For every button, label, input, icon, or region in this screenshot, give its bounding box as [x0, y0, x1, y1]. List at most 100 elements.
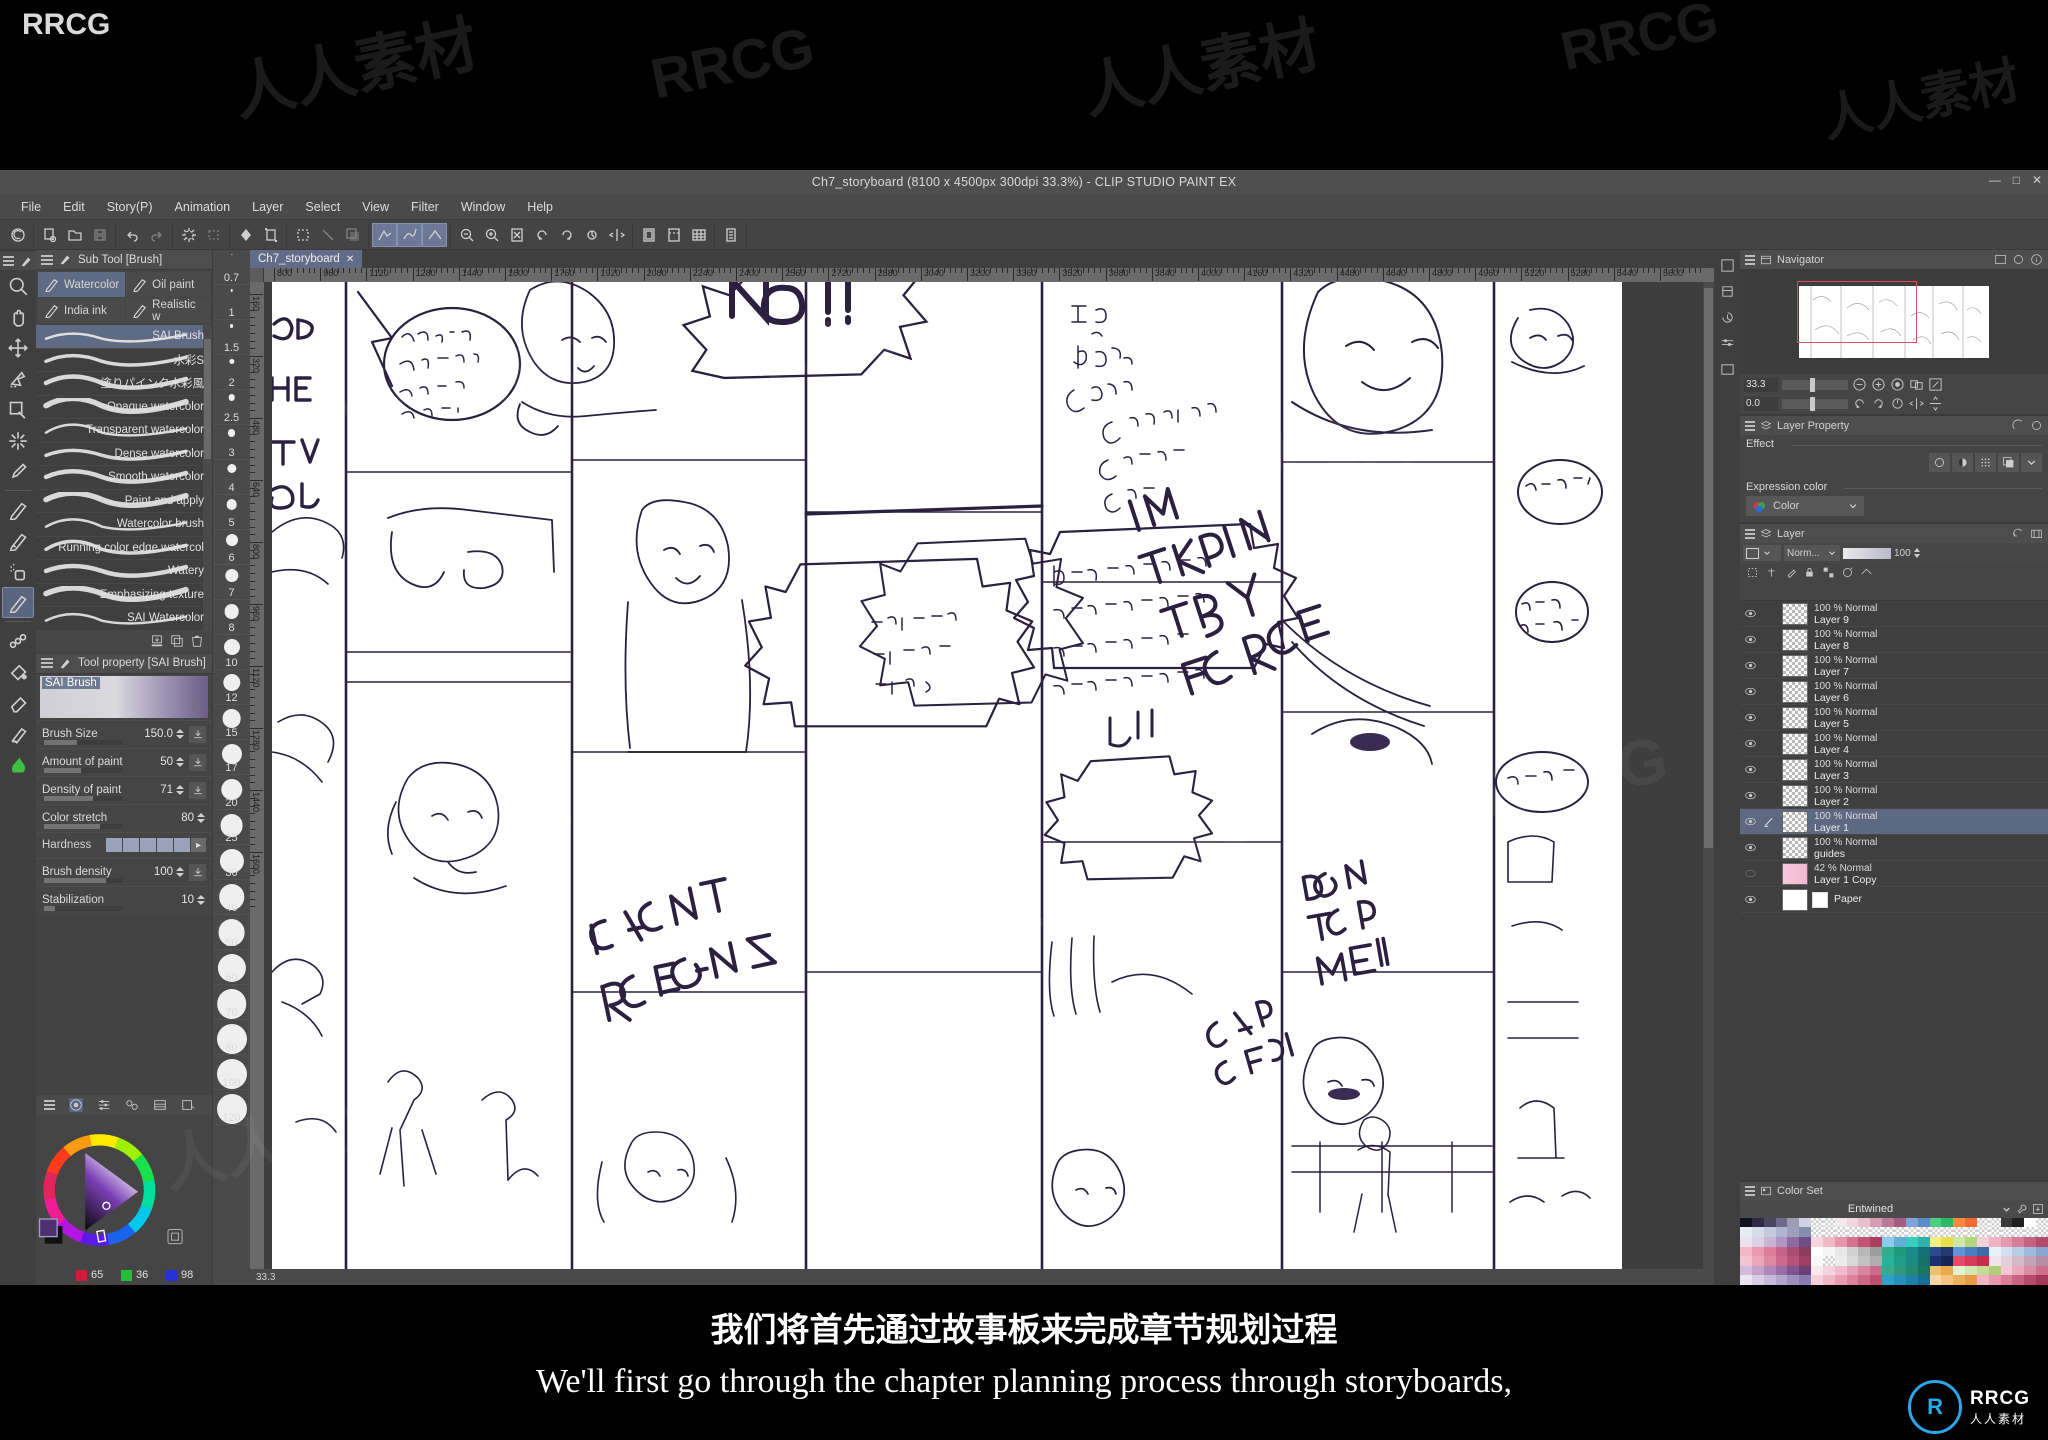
color-swatch[interactable] [1941, 1217, 1954, 1228]
color-swatch[interactable] [1929, 1256, 1942, 1266]
timeline-icon[interactable] [1716, 332, 1738, 354]
color-swatch[interactable] [1834, 1265, 1847, 1276]
layer-row[interactable]: 100 % Normal guides [1740, 835, 2048, 861]
info-tab-icon[interactable] [2030, 253, 2043, 266]
layer-row[interactable]: 100 % Normal Layer 8 [1740, 627, 2048, 653]
color-swatch[interactable] [1905, 1237, 1918, 1247]
color-swatch[interactable] [1882, 1227, 1894, 1238]
show-frame-border-icon[interactable] [636, 223, 661, 247]
tool-property-color-stretch[interactable]: Color stretch 80 [36, 803, 212, 832]
color-wheel-menu-icon[interactable] [44, 1100, 55, 1110]
color-swatch[interactable] [2000, 1237, 2013, 1247]
sub-tool-menu-icon[interactable] [41, 254, 53, 265]
gradient-tool[interactable] [2, 749, 34, 780]
menu-item-help[interactable]: Help [516, 196, 564, 218]
color-wheel[interactable] [36, 1115, 212, 1265]
item-bank-tab-icon[interactable] [2012, 253, 2025, 266]
animation-cels-tab-icon[interactable] [2012, 419, 2025, 432]
story-editor-icon[interactable] [718, 223, 743, 247]
layer-thumbnail[interactable] [1782, 758, 1808, 781]
color-swatch[interactable] [1894, 1227, 1906, 1238]
color-swatch[interactable] [1787, 1246, 1800, 1257]
color-swatch[interactable] [2024, 1246, 2037, 1257]
color-swatch[interactable] [1941, 1265, 1954, 1276]
color-swatch[interactable] [1858, 1275, 1871, 1285]
tool-property-slider[interactable] [44, 877, 122, 883]
canvas-vertical-scrollbar[interactable] [1703, 282, 1714, 1269]
tool-property-shortcut-icon[interactable] [189, 863, 206, 881]
brush-size-preset[interactable]: 80 [213, 1020, 250, 1055]
color-swatch[interactable] [1917, 1246, 1930, 1257]
save-palette-icon[interactable] [2032, 1203, 2044, 1215]
chevron-down-icon[interactable] [1762, 548, 1772, 558]
lock-icon[interactable] [189, 698, 203, 715]
tool-property-slider[interactable] [44, 795, 122, 801]
color-swatch[interactable] [1988, 1246, 2001, 1257]
scale-rotate-icon[interactable] [258, 223, 283, 247]
color-swatch[interactable] [2036, 1227, 2048, 1238]
color-swatch[interactable] [1941, 1237, 1954, 1247]
color-swatch[interactable] [1799, 1227, 1812, 1238]
color-swatch[interactable] [1799, 1256, 1812, 1266]
color-swatch[interactable] [1882, 1275, 1894, 1285]
color-swatch[interactable] [1787, 1275, 1800, 1285]
color-swatch[interactable] [1846, 1256, 1859, 1266]
color-swatch[interactable] [1988, 1227, 2001, 1238]
eraser-tool[interactable] [2, 687, 34, 718]
wrench-icon[interactable] [2016, 1203, 2028, 1215]
color-swatch[interactable] [1941, 1246, 1954, 1257]
brush-list-item[interactable]: SAI Watercolor [36, 607, 212, 631]
move-layer-tool[interactable] [2, 332, 34, 363]
brush-category-oil-paint[interactable]: Oil paint [126, 272, 210, 297]
fill-icon[interactable] [233, 223, 258, 247]
color-swatch[interactable] [1740, 1237, 1752, 1247]
color-wheel-tab-icon[interactable] [69, 1098, 83, 1112]
flip-horizontal-icon[interactable] [1909, 396, 1924, 411]
tool-property-slider[interactable] [44, 739, 122, 745]
color-swatch[interactable] [1787, 1237, 1800, 1247]
color-swatch[interactable] [1870, 1246, 1883, 1257]
tool-property-stepper[interactable] [197, 893, 206, 907]
minimize-button[interactable]: — [1989, 173, 2001, 187]
color-swatch[interactable] [1953, 1265, 1966, 1276]
color-swatch[interactable] [1740, 1256, 1752, 1266]
color-swatch[interactable] [1811, 1275, 1823, 1285]
color-swatch[interactable] [1846, 1265, 1859, 1276]
zoom-out-icon[interactable] [1852, 377, 1867, 392]
color-swatch[interactable] [1846, 1246, 1859, 1257]
tool-palette-burger-icon[interactable] [3, 256, 14, 266]
color-swatch[interactable] [1953, 1256, 1966, 1266]
flip-horizontal-icon[interactable] [604, 223, 629, 247]
deselect-icon[interactable] [315, 223, 340, 247]
layer-search-tab-icon[interactable] [2012, 527, 2025, 540]
brush-category-realistic-w[interactable]: Realistic w [126, 298, 210, 323]
layer-select-combo[interactable] [1743, 545, 1781, 561]
color-swatch[interactable] [1953, 1217, 1966, 1228]
halftone-icon[interactable] [1975, 453, 1996, 472]
color-swatch[interactable] [1846, 1237, 1859, 1247]
reset-rotation-icon[interactable] [1890, 396, 1905, 411]
color-swatch[interactable] [1846, 1275, 1859, 1285]
layer-row[interactable]: 100 % Normal Layer 4 [1740, 731, 2048, 757]
color-swatch[interactable] [1811, 1227, 1823, 1238]
color-swatch[interactable] [1917, 1237, 1930, 1247]
color-slider-tab-icon[interactable] [97, 1098, 111, 1112]
color-swatch[interactable] [1941, 1275, 1954, 1285]
color-swatch[interactable] [1953, 1227, 1966, 1238]
subview-icon[interactable] [1716, 358, 1738, 380]
color-swatch[interactable] [1811, 1217, 1823, 1228]
mask-enable-icon[interactable] [1838, 564, 1856, 581]
color-swatch[interactable] [1917, 1217, 1930, 1228]
storyboard-artwork[interactable] [272, 282, 1622, 1269]
color-swatch[interactable] [1905, 1246, 1918, 1257]
color-swatch[interactable] [2012, 1237, 2025, 1247]
color-swatch[interactable] [1882, 1217, 1894, 1228]
material-icon[interactable] [1716, 280, 1738, 302]
color-swatch[interactable] [1976, 1265, 1989, 1276]
color-swatch[interactable] [2036, 1217, 2048, 1228]
layer-row[interactable]: 42 % Normal Layer 1 Copy [1740, 861, 2048, 887]
color-swatch[interactable] [1870, 1265, 1883, 1276]
brush-size-preset[interactable]: 8 [213, 600, 250, 635]
redo-icon[interactable] [144, 223, 169, 247]
color-swatch[interactable] [1740, 1227, 1752, 1238]
